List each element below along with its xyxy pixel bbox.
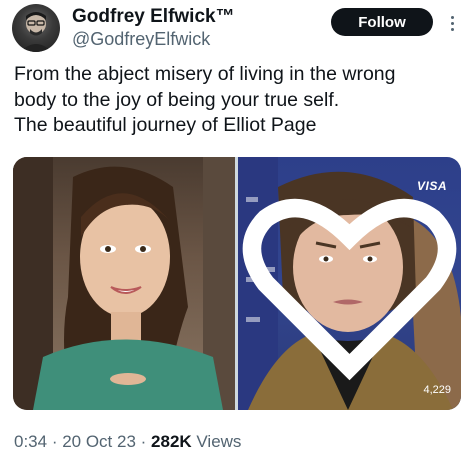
- views-label: Views: [191, 432, 242, 451]
- media-photo-right[interactable]: VISA 4,229: [238, 157, 461, 410]
- media-photo-left[interactable]: [13, 157, 235, 410]
- tweet-date[interactable]: 20 Oct 23: [62, 432, 136, 451]
- author-handle[interactable]: @GodfreyElfwick: [72, 28, 235, 50]
- tweet-time[interactable]: 0:34: [14, 432, 47, 451]
- media-grid: VISA 4,229: [13, 157, 461, 410]
- meta-separator: ·: [135, 432, 152, 451]
- heart-icon[interactable]: [238, 157, 461, 410]
- meta-separator: ·: [47, 432, 63, 451]
- author-block[interactable]: Godfrey Elfwick™ @GodfreyElfwick: [72, 6, 235, 50]
- views-count[interactable]: 282K: [151, 432, 192, 451]
- tweet-text-line: body to the joy of being your true self.: [14, 88, 340, 111]
- tweet-text: From the abject misery of living in the …: [14, 62, 462, 139]
- follow-button[interactable]: Follow: [331, 8, 433, 36]
- tweet-text-line: The beautiful journey of Elliot Page: [14, 114, 317, 136]
- author-avatar[interactable]: [12, 4, 60, 52]
- author-display-name[interactable]: Godfrey Elfwick™: [72, 6, 235, 28]
- more-options-icon[interactable]: [444, 10, 460, 36]
- like-count: 4,229: [423, 384, 451, 396]
- tweet-text-line: From the abject misery of living in the …: [14, 63, 396, 85]
- tweet-meta: 0:34 · 20 Oct 23 · 282K Views: [14, 432, 241, 452]
